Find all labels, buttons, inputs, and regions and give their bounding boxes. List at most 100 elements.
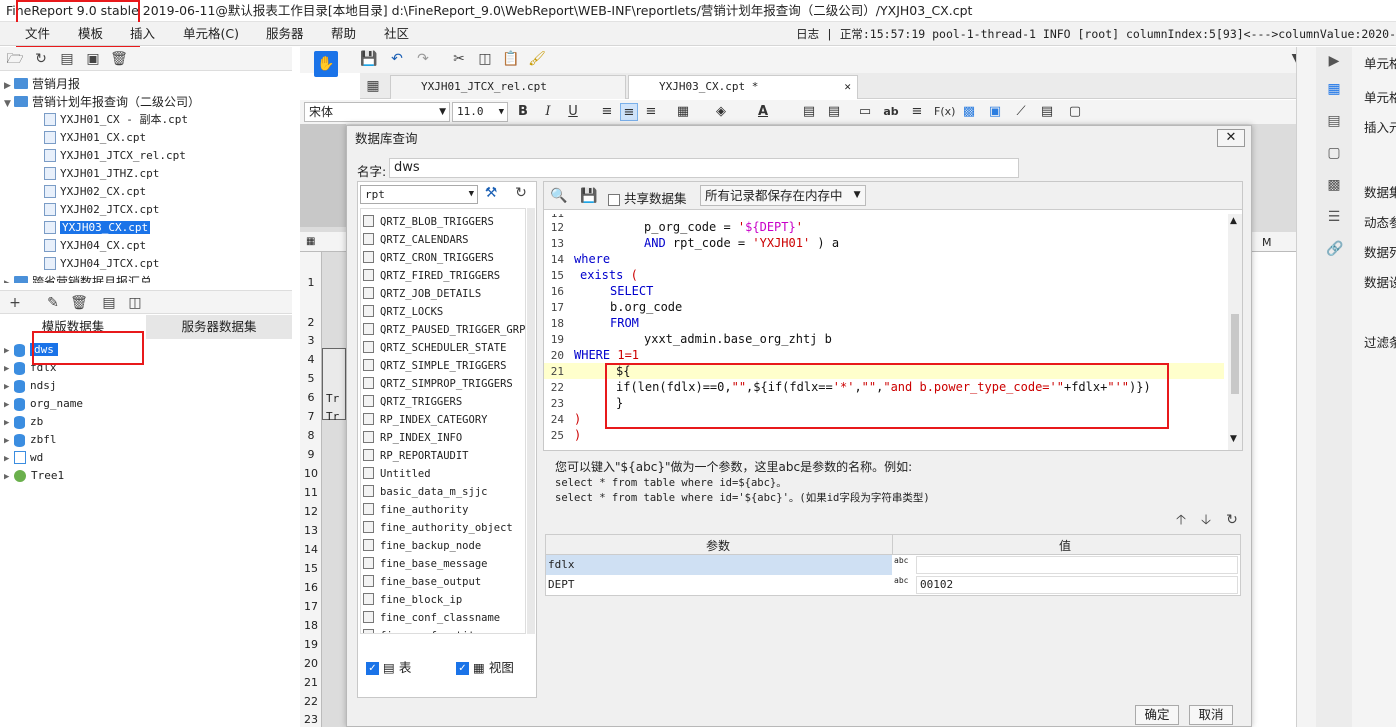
cell-element-icon[interactable]: ▤ [1326, 113, 1342, 129]
insert-row-icon[interactable]: ▭ [856, 103, 874, 121]
font-size-select[interactable]: 11.0 ▼ [452, 102, 508, 122]
table-list-item[interactable]: QRTZ_SCHEDULER_STATE [363, 339, 506, 357]
dataset-item[interactable]: ▶ zbfl [4, 431, 57, 449]
dataset-item[interactable]: ▶ org_name [4, 395, 83, 413]
dataset-item[interactable]: ▶ fdlx [4, 359, 57, 377]
tree-folder-cutoff[interactable]: ▶ 跨省营销数据月报汇总 [4, 273, 152, 283]
param-value-input[interactable]: 00102 [916, 576, 1238, 594]
delete-icon[interactable]: 🗑 [70, 294, 88, 312]
share-dataset-checkbox[interactable]: 共享数据集 [608, 188, 687, 207]
tree-file[interactable]: YXJH02_CX.cpt [44, 183, 146, 201]
font-color-icon[interactable]: A [754, 103, 772, 121]
lock-icon[interactable]: ▣ [84, 50, 102, 68]
italic-icon[interactable]: I [539, 103, 557, 121]
align-right-icon[interactable]: ≡ [642, 103, 660, 121]
tree-folder-plan[interactable]: ▼ 营销计划年报查询（二级公司） [4, 93, 200, 111]
tree-file[interactable]: YXJH04_JTCX.cpt [44, 255, 159, 273]
grid-icon[interactable]: ▦ [364, 77, 382, 95]
menu-help[interactable]: 帮助 [331, 22, 356, 46]
formula-icon[interactable]: F(x) [934, 103, 955, 121]
table-list-item[interactable]: QRTZ_CALENDARS [363, 231, 469, 249]
format-painter-icon[interactable]: 🖌 [528, 50, 546, 68]
refresh-icon[interactable]: ↻ [32, 50, 50, 68]
view-checkbox[interactable]: ✓ ▦ 视图 [456, 657, 514, 676]
hand-icon[interactable]: ✋ [314, 51, 338, 77]
tab-template-dataset[interactable]: 模版数据集 [0, 315, 146, 339]
table-list-item[interactable]: QRTZ_LOCKS [363, 303, 443, 321]
menu-insert[interactable]: 插入 [130, 22, 155, 46]
dataset-item[interactable]: ▶ zb [4, 413, 43, 431]
tree-file[interactable]: YXJH01_JTCX_rel.cpt [44, 147, 186, 165]
visible-cells[interactable] [1248, 252, 1296, 727]
arrow-right-icon[interactable]: ▶ [1326, 53, 1342, 69]
param-value-input[interactable] [916, 556, 1238, 574]
scroll-down-icon[interactable]: ▼ [1230, 434, 1237, 444]
widget-icon[interactable]: ▩ [1326, 177, 1342, 193]
tab-server-dataset[interactable]: 服务器数据集 [146, 315, 292, 339]
tree-file[interactable]: YXJH01_CX.cpt [44, 129, 146, 147]
tree-file-selected[interactable]: YXJH03_CX.cpt [44, 219, 151, 237]
font-family-select[interactable]: 宋体 ▼ [304, 102, 450, 122]
close-icon[interactable]: ✕ [1217, 129, 1245, 147]
menu-template[interactable]: 模板 [78, 22, 103, 46]
dataset-name-input[interactable]: dws [389, 158, 1019, 178]
select-all-icon[interactable]: ▦ [306, 236, 315, 247]
schema-select[interactable]: rpt ▼ [360, 185, 478, 204]
type-icon[interactable]: abc [894, 557, 908, 565]
table-list-item[interactable]: RP_REPORTAUDIT [363, 447, 469, 465]
table-list-item[interactable]: QRTZ_FIRED_TRIGGERS [363, 267, 500, 285]
table-list-item[interactable]: QRTZ_SIMPLE_TRIGGERS [363, 357, 506, 375]
copy-icon[interactable]: ◫ [476, 50, 494, 68]
bold-icon[interactable]: B [514, 103, 532, 121]
table-list-item[interactable]: fine_conf_classname [363, 609, 500, 627]
image-icon[interactable]: ▣ [986, 103, 1004, 121]
align-center-icon[interactable]: ≡ [620, 103, 638, 121]
save-icon[interactable]: 💾 [360, 50, 378, 68]
undo-icon[interactable]: ↶ [388, 50, 406, 68]
underline-icon[interactable]: U [564, 103, 582, 121]
condition-icon[interactable]: ☰ [1326, 209, 1342, 225]
subreport-icon[interactable]: ▤ [1038, 103, 1056, 121]
type-icon[interactable]: abc [894, 577, 908, 585]
cell-attr-icon[interactable]: ▦ [1326, 81, 1342, 97]
table-list-item[interactable]: RP_INDEX_CATEGORY [363, 411, 487, 429]
preview-icon[interactable]: ▤ [100, 294, 118, 312]
refresh-icon[interactable]: ↻ [512, 184, 530, 202]
table-checkbox[interactable]: ✓ ▤ 表 [366, 657, 411, 676]
table-list-item[interactable]: basic_data_m_sjjc [363, 483, 487, 501]
menu-cell[interactable]: 单元格(C) [183, 22, 239, 46]
table-list-scrollbar[interactable] [527, 208, 535, 634]
dataset-item[interactable]: ▶ ndsj [4, 377, 57, 395]
copy-icon[interactable]: ◫ [126, 294, 144, 312]
dataset-item[interactable]: ▶ Tree1 [4, 467, 64, 485]
tree-file[interactable]: YXJH01_CX - 副本.cpt [44, 111, 188, 129]
template-icon[interactable]: ▤ [58, 50, 76, 68]
cancel-button[interactable]: 取消 [1189, 705, 1233, 725]
table-list-item[interactable]: QRTZ_CRON_TRIGGERS [363, 249, 494, 267]
tab-yxjh03-cx[interactable]: YXJH03_CX.cpt * ✕ [628, 75, 858, 99]
menu-server[interactable]: 服务器 [266, 22, 304, 46]
merge-icon[interactable]: ▤ [800, 103, 818, 121]
fill-color-icon[interactable]: ◈ [712, 103, 730, 121]
tree-file[interactable]: YXJH04_CX.cpt [44, 237, 146, 255]
tools-icon[interactable]: ⚒ [482, 184, 500, 202]
open-folder-icon[interactable]: 🗁 [6, 50, 24, 68]
close-tab-icon[interactable]: ✕ [844, 76, 851, 98]
paragraph-icon[interactable]: ≡ [908, 103, 926, 121]
table-list-item[interactable]: fine_conf_entity [363, 627, 481, 633]
scroll-up-icon[interactable]: ▲ [1230, 216, 1237, 226]
table-list-item[interactable]: fine_backup_node [363, 537, 481, 555]
move-down-icon[interactable]: 🡣 [1197, 511, 1215, 529]
tab-yxjh01-jtcx-rel[interactable]: YXJH01_JTCX_rel.cpt [390, 75, 626, 99]
dataset-item[interactable]: ▶ wd [4, 449, 43, 467]
split-icon[interactable]: ▤ [825, 103, 843, 121]
paste-icon[interactable]: 📋 [502, 50, 520, 68]
tree-file[interactable]: YXJH01_JTHZ.cpt [44, 165, 159, 183]
table-list-item[interactable]: QRTZ_PAUSED_TRIGGER_GRPS [363, 321, 525, 339]
tree-folder-monthly[interactable]: ▶ 营销月报 [4, 75, 80, 93]
menu-file[interactable]: 文件 [25, 22, 50, 46]
table-list-item[interactable]: fine_block_ip [363, 591, 462, 609]
edit-icon[interactable]: ✎ [44, 294, 62, 312]
ok-button[interactable]: 确定 [1135, 705, 1179, 725]
menu-community[interactable]: 社区 [384, 22, 409, 46]
